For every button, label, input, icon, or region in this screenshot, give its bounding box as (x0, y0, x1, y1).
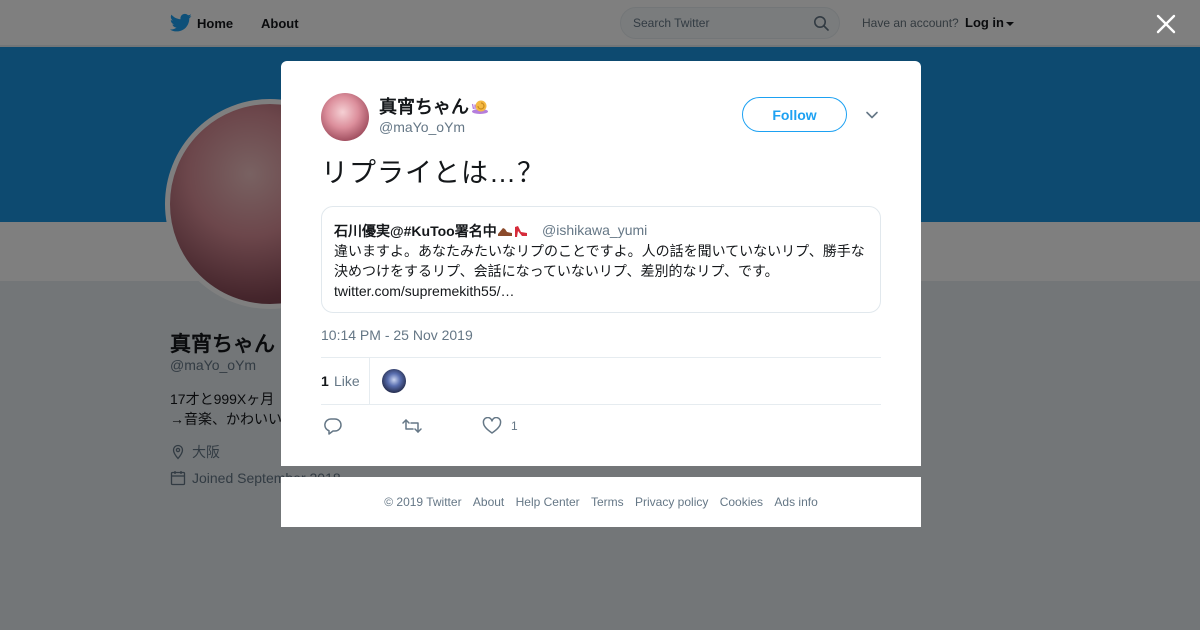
follow-button[interactable]: Follow (742, 97, 847, 132)
chevron-down-icon[interactable] (865, 108, 879, 122)
like-action-count: 1 (511, 419, 518, 433)
quoted-author-handle: @ishikawa_yumi (542, 222, 648, 238)
quoted-text-line: 決めつけをするリプ、会話になっていないリプ、差別的なリプ、です。 (334, 263, 779, 279)
retweet-icon[interactable] (402, 417, 422, 435)
footer-terms-link[interactable]: Terms (591, 495, 624, 509)
quoted-tweet[interactable]: 石川優実@#KuToo署名中 @ishikawa_yumi 違いますよ。あなたみ… (321, 206, 881, 313)
divider (321, 357, 881, 358)
heart-icon[interactable] (482, 417, 502, 435)
author-name-text: 真宵ちゃん (379, 97, 469, 117)
shoe-icon (497, 228, 512, 236)
reply-icon[interactable] (323, 417, 343, 435)
author-handle[interactable]: @maYo_oYm (379, 119, 465, 135)
author-avatar[interactable] (321, 93, 369, 141)
divider (321, 404, 881, 405)
footer-copyright: © 2019 Twitter (384, 495, 462, 509)
divider (369, 358, 370, 405)
footer-links: © 2019 Twitter About Help Center Terms P… (281, 495, 921, 509)
quoted-tweet-text: 違いますよ。あなたみたいなリプのことですよ。人の話を聞いていないリプ、勝手な 決… (334, 241, 874, 301)
footer-ads-link[interactable]: Ads info (774, 495, 817, 509)
footer-privacy-link[interactable]: Privacy policy (635, 495, 708, 509)
tweet-timestamp[interactable]: 10:14 PM - 25 Nov 2019 (321, 327, 473, 343)
likes-label[interactable]: Like (334, 373, 360, 389)
likes-count[interactable]: 1 (321, 373, 329, 389)
tweet-text: リプライとは…？ (321, 158, 545, 188)
tweet-modal: 真宵ちゃん @maYo_oYm Follow リプライとは…？ 石川優実@#Ku… (281, 61, 921, 466)
quoted-author-name-text: 石川優実@#KuToo署名中 (334, 223, 497, 239)
author-name[interactable]: 真宵ちゃん (379, 93, 489, 119)
quoted-author-name: 石川優実@#KuToo署名中 (334, 221, 529, 241)
footer-help-link[interactable]: Help Center (516, 495, 580, 509)
liker-avatar[interactable] (382, 369, 406, 393)
close-icon[interactable] (1154, 12, 1178, 36)
quoted-text-line: 違いますよ。あなたみたいなリプのことですよ。人の話を聞いていないリプ、勝手な (334, 243, 865, 259)
footer-about-link[interactable]: About (473, 495, 504, 509)
quoted-link[interactable]: twitter.com/supremekith55/… (334, 281, 874, 301)
footer-cookies-link[interactable]: Cookies (720, 495, 763, 509)
snail-icon (471, 100, 488, 114)
heel-icon (514, 226, 527, 237)
modal-footer: © 2019 Twitter About Help Center Terms P… (281, 477, 921, 527)
